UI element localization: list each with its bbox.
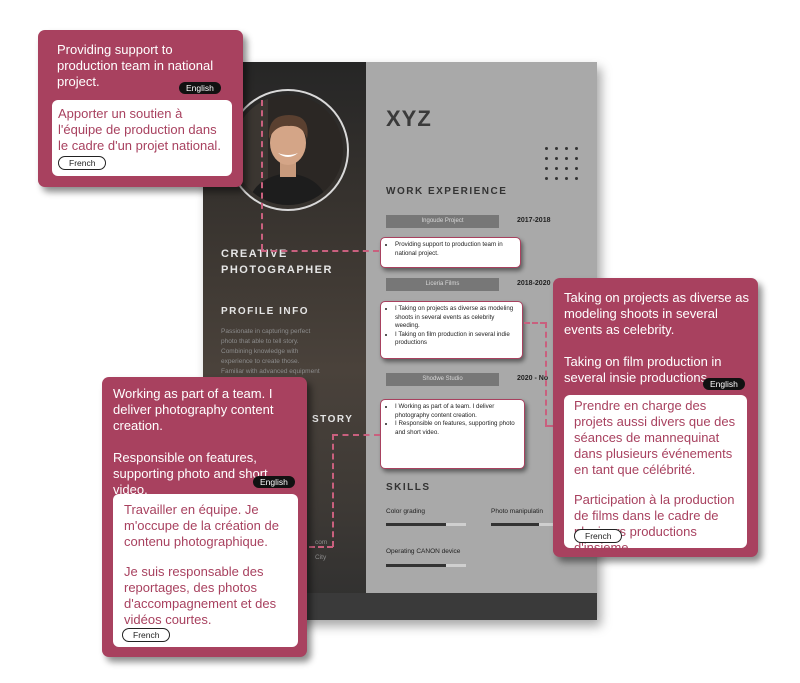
contact-city-fragment: City bbox=[315, 554, 327, 561]
job-2-bullet-1: I Taking on projects as diverse as model… bbox=[395, 305, 516, 331]
card-3-english-tag: English bbox=[253, 476, 295, 488]
card-1-french-panel: Apporter un soutien à l'équipe de produc… bbox=[52, 100, 232, 176]
skill-label-3: Operating CANON device bbox=[386, 548, 461, 555]
card-2-french-panel: Prendre en charge des projets aussi dive… bbox=[564, 395, 747, 555]
translation-card-1[interactable]: Providing support to production team in … bbox=[38, 30, 243, 187]
job-1-bullet-box[interactable]: Providing support to production team in … bbox=[380, 237, 521, 268]
job-company-1: Ingoude Project bbox=[386, 215, 499, 228]
job-3-bullet-box[interactable]: I Working as part of a team. I deliver p… bbox=[380, 399, 525, 469]
connector-2-horizontal bbox=[524, 322, 546, 324]
card-3-french-paragraph-1: Travailler en équipe. Je m'occupe de la … bbox=[124, 502, 279, 549]
card-3-french-text: Travailler en équipe. Je m'occupe de la … bbox=[124, 502, 289, 628]
history-title: STORY bbox=[312, 414, 354, 425]
skill-bar-3 bbox=[386, 564, 466, 567]
skill-fill-3 bbox=[386, 564, 446, 567]
job-2-bullet-2: I Taking on film production in several i… bbox=[395, 331, 516, 348]
job-years-3: 2020 - No bbox=[517, 375, 549, 382]
profile-info-text: Passionate in capturing perfect photo th… bbox=[221, 328, 320, 375]
card-1-french-tag: French bbox=[58, 156, 107, 170]
connector-3-horizontal bbox=[332, 434, 380, 436]
skill-fill-2 bbox=[491, 523, 539, 526]
job-years-1: 2017-2018 bbox=[517, 217, 551, 224]
skill-bar-1 bbox=[386, 523, 466, 526]
resume-name: XYZ bbox=[386, 106, 432, 131]
card-3-english-paragraph-2: Responsible on features, supporting phot… bbox=[113, 450, 268, 497]
job-company-3: Shodwe Studio bbox=[386, 373, 499, 386]
job-3-bullet-2: I Responsible on features, supporting ph… bbox=[395, 420, 518, 437]
card-1-english-tag: English bbox=[179, 82, 221, 94]
translation-card-2[interactable]: Taking on projects as diverse as modelin… bbox=[553, 278, 758, 557]
connector-1-horizontal bbox=[261, 250, 379, 252]
profile-photo bbox=[233, 95, 343, 205]
job-years-2: 2018-2020 bbox=[517, 280, 551, 287]
card-2-french-tag: French bbox=[574, 529, 623, 543]
card-3-french-tag: French bbox=[122, 628, 171, 642]
job-1-bullet-1: Providing support to production team in … bbox=[395, 241, 514, 258]
work-experience-title: WORK EXPERIENCE bbox=[386, 186, 508, 197]
card-2-french-paragraph-1: Prendre en charge des projets aussi dive… bbox=[574, 398, 736, 477]
skill-fill-1 bbox=[386, 523, 446, 526]
skill-label-2: Photo manipulatin bbox=[491, 508, 544, 515]
card-2-english-tag: English bbox=[703, 378, 745, 390]
card-2-english-paragraph-1: Taking on projects as diverse as modelin… bbox=[564, 290, 749, 337]
connector-2-vertical bbox=[545, 322, 547, 425]
skill-label-1: Color grading bbox=[386, 508, 426, 515]
job-2-bullet-box[interactable]: I Taking on projects as diverse as model… bbox=[380, 301, 523, 359]
card-3-english-paragraph-1: Working as part of a team. I deliver pho… bbox=[113, 386, 274, 433]
job-3-bullet-1: I Working as part of a team. I deliver p… bbox=[395, 403, 518, 420]
card-2-english-text: Taking on projects as diverse as modelin… bbox=[564, 290, 754, 386]
role-line-2: PHOTOGRAPHER bbox=[221, 264, 333, 276]
job-company-2: Liceria Films bbox=[386, 278, 499, 291]
connector-3-vertical bbox=[332, 434, 334, 547]
card-3-french-paragraph-2: Je suis responsable des reportages, des … bbox=[124, 564, 277, 627]
skills-title: SKILLS bbox=[386, 482, 431, 493]
card-2-french-paragraph-2: Participation à la production de films d… bbox=[574, 492, 735, 555]
card-3-french-panel: Travailler en équipe. Je m'occupe de la … bbox=[113, 494, 298, 647]
translation-card-3[interactable]: Working as part of a team. I deliver pho… bbox=[102, 377, 307, 657]
connector-1-vertical bbox=[261, 100, 263, 250]
profile-info-title: PROFILE INFO bbox=[221, 306, 309, 317]
card-1-french-text: Apporter un soutien à l'équipe de produc… bbox=[58, 106, 221, 153]
